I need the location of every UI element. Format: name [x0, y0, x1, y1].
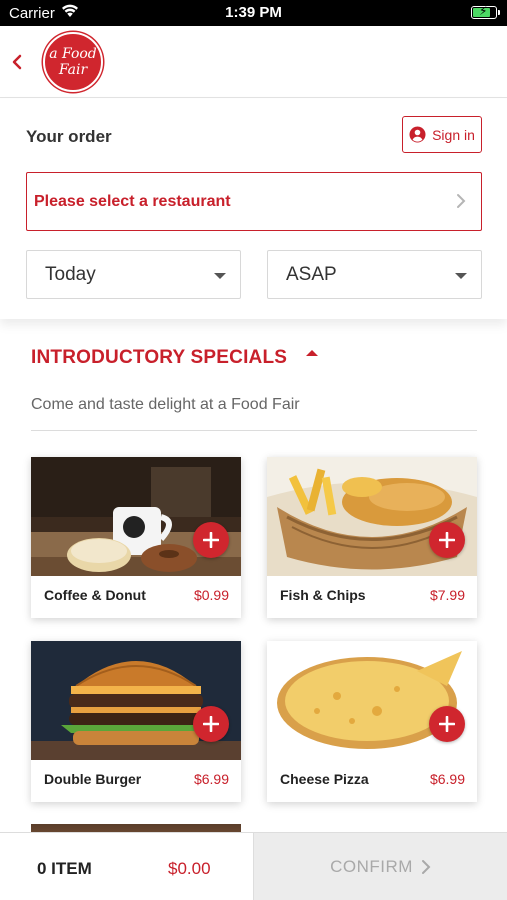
double-burger-image [31, 641, 241, 760]
app-header: a Food Fair [0, 26, 507, 98]
plus-icon [439, 532, 455, 548]
menu-item-card[interactable]: Cheese Pizza $6.99 [267, 641, 477, 802]
status-bar: Carrier 1:39 PM ⚡ [0, 0, 507, 26]
fish-chips-image [267, 457, 477, 576]
back-chevron-icon [12, 54, 22, 70]
section-title[interactable]: INTRODUCTORY SPECIALS [31, 347, 287, 369]
menu-item-card[interactable]: Coffee & Donut $0.99 [31, 457, 241, 618]
brand-logo: a Food Fair [43, 32, 103, 92]
cart-item-count: 0 ITEM [37, 859, 92, 878]
cheese-pizza-image [267, 641, 477, 760]
item-price: $7.99 [429, 587, 465, 603]
logo-line1: a Food [49, 46, 97, 62]
cart-total: $0.00 [168, 859, 211, 878]
item-name: Coffee & Donut [44, 587, 146, 603]
caret-down-icon [214, 273, 226, 279]
cart-summary[interactable]: 0 ITEM $0.00 [0, 833, 253, 900]
section-subtitle: Come and taste delight at a Food Fair [31, 396, 300, 413]
order-panel: Your order Sign in Please select a resta… [0, 99, 507, 319]
charging-bolt-icon: ⚡ [479, 4, 488, 18]
back-button[interactable] [8, 48, 32, 76]
item-price: $0.99 [193, 587, 229, 603]
chevron-right-icon [457, 194, 466, 208]
divider [31, 430, 477, 431]
confirm-label: CONFIRM [330, 857, 413, 876]
day-value: Today [45, 263, 96, 285]
user-circle-icon [409, 126, 426, 143]
item-name: Double Burger [44, 771, 142, 787]
sign-in-label: Sign in [432, 126, 475, 143]
plus-icon [439, 716, 455, 732]
add-item-button[interactable] [429, 706, 465, 742]
time-value: ASAP [286, 263, 337, 285]
restaurant-selector[interactable]: Please select a restaurant [26, 172, 482, 231]
add-item-button[interactable] [193, 706, 229, 742]
coffee-donut-image [31, 457, 241, 576]
logo-line2: Fair [58, 62, 88, 78]
order-title: Your order [26, 127, 112, 146]
status-time: 1:39 PM [225, 4, 282, 21]
item-name: Fish & Chips [280, 587, 366, 603]
caret-up-icon[interactable] [306, 350, 318, 356]
time-dropdown[interactable]: ASAP [267, 250, 482, 299]
item-name: Cheese Pizza [280, 771, 369, 787]
add-item-button[interactable] [193, 522, 229, 558]
plus-icon [203, 532, 219, 548]
confirm-button[interactable]: CONFIRM [253, 833, 507, 900]
menu-item-card[interactable]: Double Burger $6.99 [31, 641, 241, 802]
day-dropdown[interactable]: Today [26, 250, 241, 299]
sign-in-button[interactable]: Sign in [402, 116, 482, 153]
battery-icon: ⚡ [471, 4, 500, 19]
menu-item-card[interactable]: Fish & Chips $7.99 [267, 457, 477, 618]
cart-bar: 0 ITEM $0.00 CONFIRM [0, 832, 507, 900]
add-item-button[interactable] [429, 522, 465, 558]
caret-down-icon [455, 273, 467, 279]
restaurant-prompt: Please select a restaurant [34, 192, 231, 210]
chevron-right-icon [421, 860, 431, 874]
item-price: $6.99 [429, 771, 465, 787]
plus-icon [203, 716, 219, 732]
item-price: $6.99 [193, 771, 229, 787]
